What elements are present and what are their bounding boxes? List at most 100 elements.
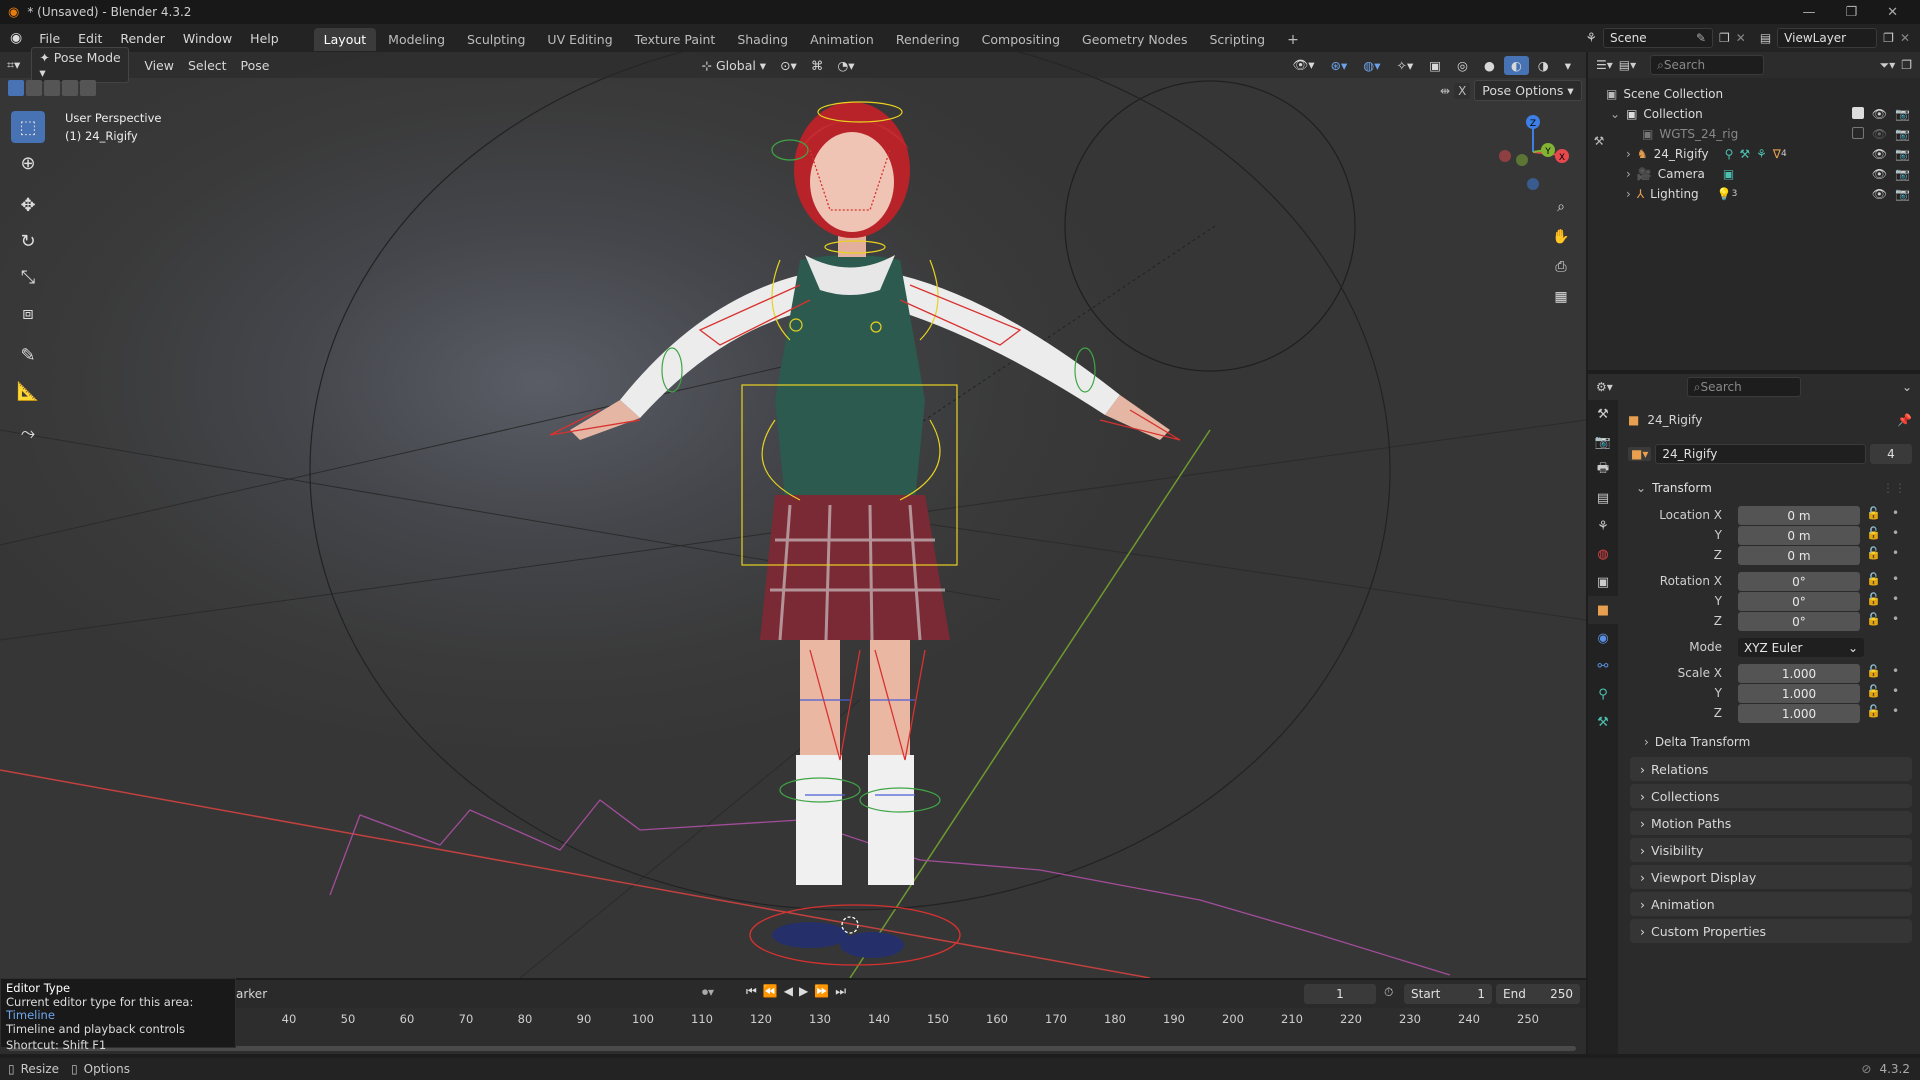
new-scene-icon[interactable]: ❐ <box>1719 31 1730 45</box>
expand-arrow-icon[interactable]: › <box>1626 187 1631 201</box>
location-x-field[interactable]: 0 m <box>1738 506 1860 525</box>
outliner-row-lighting[interactable]: › ⅄ Lighting 💡 3 👁 📷 <box>1606 184 1920 204</box>
rotation-z-field[interactable]: 0° <box>1738 612 1860 631</box>
outliner-editor-type-icon[interactable]: ☰▾ <box>1596 58 1613 72</box>
user-count[interactable]: 4 <box>1870 444 1912 464</box>
x-mirror-icon[interactable]: ⇹ <box>1440 84 1450 98</box>
rotate-tool-icon[interactable]: ↻ <box>11 225 45 257</box>
timeline-scrollbar[interactable] <box>8 1046 1576 1051</box>
select-new-icon[interactable] <box>8 80 24 96</box>
object-tab-icon[interactable]: ■ <box>1588 596 1618 624</box>
shading-options-icon[interactable]: ▾ <box>1558 56 1578 75</box>
outliner-row-collection[interactable]: ⌄ ▣ Collection 👁 📷 <box>1606 104 1920 124</box>
relations-panel-header[interactable]: › Relations <box>1630 757 1912 781</box>
wireframe-shading-icon[interactable]: ◎ <box>1450 56 1475 75</box>
location-y-field[interactable]: 0 m <box>1738 526 1860 545</box>
lock-icon[interactable]: 🔓 <box>1866 506 1881 520</box>
delta-transform-subpanel[interactable]: › Delta Transform <box>1644 732 1912 752</box>
scale-x-field[interactable]: 1.000 <box>1738 664 1860 683</box>
camera-render-icon[interactable]: 📷 <box>1895 127 1910 141</box>
menu-window[interactable]: Window <box>174 31 241 46</box>
camera-render-icon[interactable]: 📷 <box>1895 187 1910 201</box>
outliner-row-24-rigify[interactable]: › ♞ 24_Rigify ⚲ ⚒ ⚘ ∇ 4 👁 📷 <box>1606 144 1920 164</box>
output-tab-icon[interactable]: 🖶 <box>1588 456 1618 484</box>
keyframe-dot-icon[interactable]: • <box>1892 684 1899 698</box>
relax-pose-tool-icon[interactable]: ⤳ <box>11 417 45 449</box>
camera-render-icon[interactable]: 📷 <box>1895 167 1910 181</box>
neg-x-axis-gizmo[interactable] <box>1499 150 1511 162</box>
new-collection-icon[interactable]: ❐ <box>1901 58 1912 72</box>
minimize-icon[interactable]: — <box>1802 5 1815 20</box>
outliner-side-icon[interactable]: ⚒ <box>1588 134 1610 154</box>
select-box-tool-icon[interactable]: ⬚ <box>11 111 45 143</box>
rotation-y-field[interactable]: 0° <box>1738 592 1860 611</box>
rotation-mode-dropdown[interactable]: XYZ Euler ⌄ <box>1738 638 1864 657</box>
scale-tool-icon[interactable]: ⤡ <box>11 261 45 293</box>
tab-uv-editing[interactable]: UV Editing <box>537 28 622 51</box>
overlay-toggle-icon[interactable]: ◍▾ <box>1356 56 1387 75</box>
keyframe-dot-icon[interactable]: • <box>1892 592 1899 606</box>
select-extend-icon[interactable] <box>26 80 42 96</box>
location-z-field[interactable]: 0 m <box>1738 546 1860 565</box>
marker-menu[interactable]: arker <box>236 987 267 1001</box>
auto-keying-icon[interactable]: ⏺▾ <box>702 985 714 1000</box>
viewport-3d[interactable]: User Perspective (1) 24_Rigify Z X Y ⌕ ✋… <box>0 52 1586 978</box>
annotate-tool-icon[interactable]: ✎ <box>11 339 45 371</box>
properties-editor-type-icon[interactable]: ⚙▾ <box>1596 380 1613 394</box>
lock-icon[interactable]: 🔓 <box>1866 684 1881 698</box>
camera-render-icon[interactable]: 📷 <box>1895 147 1910 161</box>
transform-tool-icon[interactable]: ⧈ <box>11 297 45 329</box>
physics-tab-icon[interactable]: ◉ <box>1588 624 1618 652</box>
xray-toggle-icon[interactable]: ▣ <box>1422 56 1448 75</box>
camera-render-icon[interactable]: 📷 <box>1895 107 1910 121</box>
lock-icon[interactable]: 🔓 <box>1866 664 1881 678</box>
perspective-toggle-icon[interactable]: ▦ <box>1548 284 1574 310</box>
bone-tab-icon[interactable]: ⚒ <box>1588 708 1618 736</box>
menu-pose[interactable]: Pose <box>234 56 277 75</box>
timeline-editor[interactable]: arker ⏺▾ ⏮ ⏪ ◀ ▶ ⏩ ⏭ 1 ⏱ Start 1 End 250 4… <box>0 980 1586 1054</box>
view-layer-tab-icon[interactable]: ▤ <box>1588 484 1618 512</box>
remove-scene-icon[interactable]: ✕ <box>1736 31 1746 45</box>
constraints-tab-icon[interactable]: ⚯ <box>1588 652 1618 680</box>
neg-y-axis-gizmo[interactable] <box>1516 154 1528 166</box>
cursor-tool-icon[interactable]: ⊕ <box>11 147 45 179</box>
tab-geometry-nodes[interactable]: Geometry Nodes <box>1072 28 1197 51</box>
display-mode-icon[interactable]: ▤▾ <box>1619 58 1636 72</box>
outliner-row-scene-collection[interactable]: ▣ Scene Collection <box>1606 84 1920 104</box>
transform-orientation-selector[interactable]: ⊹ Global ▾ <box>695 56 774 75</box>
outliner-row-camera[interactable]: › 🎥 Camera ▣ 👁 📷 <box>1606 164 1920 184</box>
rendered-shading-icon[interactable]: ◑ <box>1531 56 1556 75</box>
tab-modeling[interactable]: Modeling <box>378 28 455 51</box>
keyframe-dot-icon[interactable]: • <box>1892 572 1899 586</box>
play-reverse-icon[interactable]: ◀ <box>784 984 793 999</box>
lock-icon[interactable]: 🔓 <box>1866 592 1881 606</box>
gizmo-toggle-icon[interactable]: ⊛▾ <box>1324 56 1355 75</box>
bone-overlay-icon[interactable]: ✧▾ <box>1389 56 1420 75</box>
keyframe-dot-icon[interactable]: • <box>1892 506 1899 520</box>
lock-icon[interactable]: 🔓 <box>1866 572 1881 586</box>
armature-data-tab-icon[interactable]: ⚲ <box>1588 680 1618 708</box>
scale-z-field[interactable]: 1.000 <box>1738 704 1860 723</box>
drag-handle-icon[interactable]: ⋮⋮ <box>1882 481 1912 495</box>
lock-icon[interactable]: 🔓 <box>1866 612 1881 626</box>
zoom-icon[interactable]: ⌕ <box>1548 194 1574 220</box>
pin-icon[interactable]: 📌 <box>1897 413 1912 427</box>
tab-compositing[interactable]: Compositing <box>972 28 1070 51</box>
expand-arrow-icon[interactable]: › <box>1626 167 1631 181</box>
world-tab-icon[interactable]: ◍ <box>1588 540 1618 568</box>
new-view-layer-icon[interactable]: ❐ <box>1883 31 1894 45</box>
lock-icon[interactable]: 🔓 <box>1866 526 1881 540</box>
scene-tab-icon[interactable]: ⚘ <box>1588 512 1618 540</box>
eye-icon[interactable]: 👁 <box>1872 127 1887 141</box>
play-icon[interactable]: ▶ <box>799 984 808 999</box>
datablock-type-icon[interactable]: ■▾ <box>1628 447 1652 461</box>
jump-keyframe-forward-icon[interactable]: ⏩ <box>814 984 829 999</box>
properties-options-icon[interactable]: ⌄ <box>1902 380 1912 394</box>
datablock-name-field[interactable]: 24_Rigify <box>1655 444 1866 464</box>
menu-help[interactable]: Help <box>241 31 288 46</box>
current-frame-field[interactable]: 1 <box>1304 984 1376 1004</box>
keyframe-dot-icon[interactable]: • <box>1892 664 1899 678</box>
menu-edit[interactable]: Edit <box>69 31 111 46</box>
view-layer-icon[interactable]: ▤ <box>1760 31 1771 45</box>
tab-texture-paint[interactable]: Texture Paint <box>625 28 726 51</box>
